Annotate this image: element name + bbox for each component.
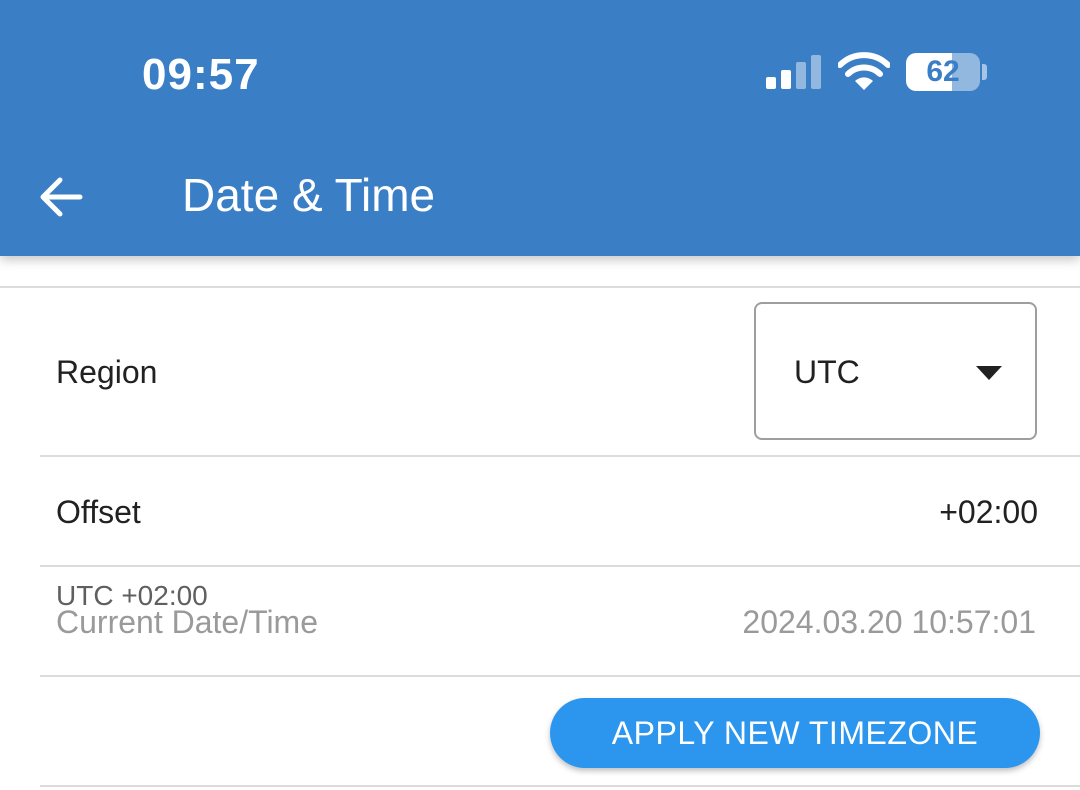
battery-nub — [982, 64, 987, 80]
battery-icon: 62 — [906, 53, 980, 91]
divider — [40, 455, 1080, 457]
offset-label: Offset — [56, 494, 141, 530]
cellular-signal-icon — [766, 55, 821, 89]
region-selected-value: UTC — [794, 354, 860, 390]
divider — [40, 785, 1080, 787]
caret-down-icon — [976, 366, 1002, 380]
wifi-icon — [838, 52, 890, 90]
page-title: Date & Time — [182, 169, 436, 221]
battery-percent: 62 — [926, 55, 960, 88]
status-time: 09:57 — [142, 50, 260, 99]
offset-value: +02:00 — [939, 494, 1038, 530]
apply-new-timezone-button[interactable]: APPLY NEW TIMEZONE — [550, 698, 1040, 768]
app-bar: 09:57 62 Date & Time — [0, 0, 1080, 256]
divider — [40, 565, 1080, 567]
divider — [0, 286, 1080, 288]
divider — [40, 675, 1080, 677]
arrow-left-icon[interactable] — [36, 172, 86, 222]
current-datetime-value: 2024.03.20 10:57:01 — [742, 604, 1036, 640]
region-label: Region — [56, 354, 158, 390]
region-dropdown[interactable]: UTC — [754, 302, 1037, 440]
current-datetime-label: Current Date/Time — [56, 604, 318, 640]
